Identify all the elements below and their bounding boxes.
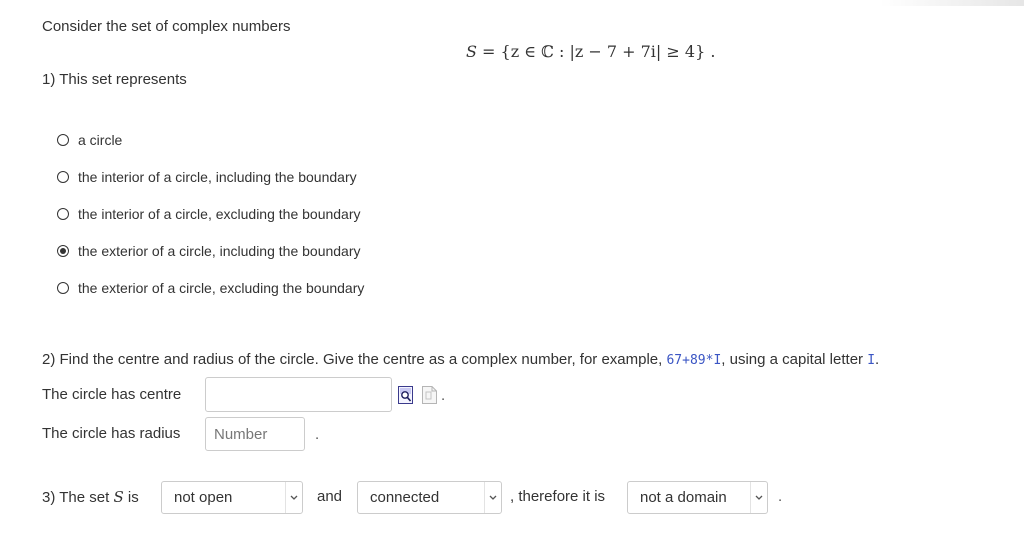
- radius-input[interactable]: Number: [205, 417, 305, 451]
- chevron-down-icon: [750, 482, 767, 513]
- question3-period: .: [778, 488, 783, 505]
- radio-button[interactable]: [57, 171, 69, 183]
- question1-prompt: 1) This set represents: [42, 71, 187, 88]
- radio-option-label: the exterior of a circle, including the …: [78, 243, 361, 259]
- set-definition: = {z ∈ ℂ : |z − 7 + 7i| ≥ 4} .: [476, 42, 716, 61]
- therefore-label: , therefore it is: [510, 488, 606, 505]
- example-code: 67+89*I: [666, 353, 722, 368]
- openness-select-value: not open: [174, 489, 233, 506]
- radio-button[interactable]: [57, 282, 69, 294]
- set-symbol-q3: S: [113, 488, 124, 506]
- set-expression: S = {z ∈ ℂ : |z − 7 + 7i| ≥ 4} .: [466, 42, 715, 61]
- question2-text-end: .: [875, 351, 880, 368]
- top-edge-shade: [880, 0, 1024, 6]
- chevron-down-icon: [285, 482, 302, 513]
- centre-input[interactable]: [205, 377, 392, 412]
- radio-option[interactable]: a circle: [57, 130, 122, 150]
- openness-select[interactable]: not open: [161, 481, 303, 514]
- chevron-down-icon: [484, 482, 501, 513]
- radio-option-label: the exterior of a circle, excluding the …: [78, 280, 365, 296]
- centre-period: .: [441, 387, 446, 404]
- domain-select[interactable]: not a domain: [627, 481, 768, 514]
- question2-text-middle: , using a capital letter: [721, 351, 868, 368]
- radio-option[interactable]: the exterior of a circle, excluding the …: [57, 278, 364, 298]
- radio-button[interactable]: [57, 208, 69, 220]
- radius-period: .: [315, 426, 320, 443]
- radio-option-label: the interior of a circle, including the …: [78, 169, 357, 185]
- centre-label: The circle has centre: [42, 386, 182, 403]
- connectedness-select-value: connected: [370, 489, 440, 506]
- help-icon[interactable]: [422, 386, 437, 404]
- question2-text: 2) Find the centre and radius of the cir…: [42, 351, 667, 368]
- question3-text: 3) The set: [42, 489, 114, 506]
- capital-letter-code: I: [867, 353, 876, 368]
- radio-option[interactable]: the exterior of a circle, including the …: [57, 241, 361, 261]
- radio-option[interactable]: the interior of a circle, excluding the …: [57, 204, 361, 224]
- question3-prompt: 3) The set S is: [42, 488, 139, 506]
- radio-button[interactable]: [57, 134, 69, 146]
- set-symbol: S: [466, 42, 477, 61]
- connectedness-select[interactable]: connected: [357, 481, 502, 514]
- radio-button-selected[interactable]: [57, 245, 69, 257]
- radius-label: The circle has radius: [42, 425, 181, 442]
- intro-text: Consider the set of complex numbers: [42, 18, 291, 35]
- preview-icon[interactable]: [398, 386, 413, 404]
- radio-option[interactable]: the interior of a circle, including the …: [57, 167, 357, 187]
- and-label: and: [317, 488, 343, 505]
- radius-placeholder: Number: [214, 425, 268, 443]
- radio-option-label: a circle: [78, 132, 123, 148]
- question3-is: is: [123, 489, 139, 506]
- question2-prompt: 2) Find the centre and radius of the cir…: [42, 351, 879, 368]
- domain-select-value: not a domain: [640, 489, 727, 506]
- radio-option-label: the interior of a circle, excluding the …: [78, 206, 361, 222]
